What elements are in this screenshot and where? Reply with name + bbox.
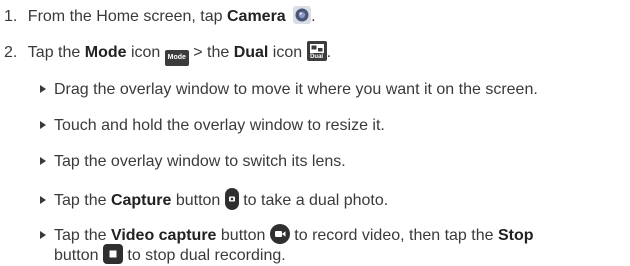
bullet-triangle-icon [40,157,46,165]
bullet-text: Drag the overlay window to move it where… [54,81,538,98]
bullet-text: to record video, then tap the [289,227,498,244]
camera-icon [293,6,312,24]
bullet-text: Touch and hold the overlay window to res… [54,117,385,134]
step-text: . [326,44,332,61]
bullet-text: button [216,227,270,244]
step-1: 1. From the Home screen, tap Camera . [4,6,316,27]
video-capture-label: Video capture [110,227,217,244]
step-text: Tap the [27,44,85,61]
video-capture-icon [269,224,290,244]
bullet-item-5: Tap the Video capture button to record v… [40,224,534,246]
bullet-text: button [171,192,225,209]
bullet-item-1: Drag the overlay window to move it where… [40,80,538,100]
bullet-text: Tap the [54,192,111,209]
capture-button-icon [224,188,239,210]
stop-icon [102,244,123,264]
bullet-text: button [54,247,103,264]
bullet-item-3: Tap the overlay window to switch its len… [40,152,346,172]
bullet-text: Tap the [54,227,111,244]
bullet-text: Tap the overlay window to switch its len… [54,153,346,170]
bullet-item-5-continued: button to stop dual recording. [54,244,286,266]
bullet-triangle-icon [40,231,46,239]
bullet-triangle-icon [40,121,46,129]
bullet-item-4: Tap the Capture button to take a dual ph… [40,188,388,211]
step-text: From the Home screen, tap [27,8,227,25]
step-text: icon [126,44,165,61]
mode-icon: Mode [164,50,189,66]
step-text: > the [188,44,234,61]
stop-label: Stop [497,227,534,244]
bullet-item-2: Touch and hold the overlay window to res… [40,116,385,136]
dual-label: Dual [233,44,269,61]
bullet-triangle-icon [40,85,46,93]
bullet-text: to take a dual photo. [238,192,389,209]
capture-label: Capture [110,192,172,209]
step-text: . [311,8,316,25]
camera-label: Camera [226,8,286,25]
step-number: 1. [4,8,18,25]
dual-icon: Dual [306,41,327,61]
step-2: 2. Tap the Mode icon Mode > the Dual ico… [4,41,331,66]
mode-label: Mode [84,44,127,61]
bullet-triangle-icon [40,196,46,204]
step-number: 2. [4,44,18,61]
bullet-text: to stop dual recording. [122,247,286,264]
step-text: icon [268,44,307,61]
dual-icon-text: Dual [310,54,324,60]
